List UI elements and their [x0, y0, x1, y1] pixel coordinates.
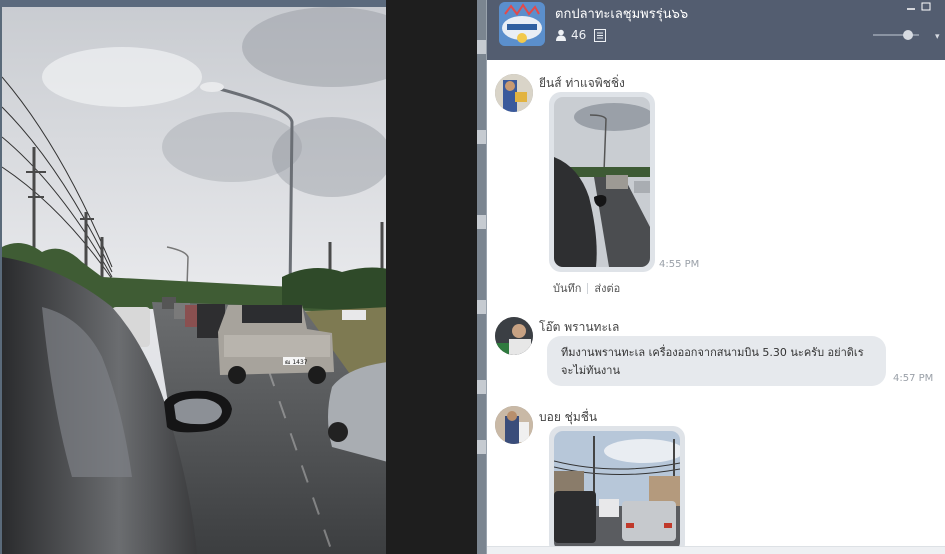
license-plate: ฒ 1437: [285, 359, 308, 366]
message-actions: บันทึก ส่งต่อ: [553, 279, 620, 297]
traffic-photo: ฒ 1437: [0, 7, 386, 554]
image-message[interactable]: [549, 92, 655, 272]
image-message[interactable]: [549, 426, 685, 554]
group-name: ตกปลาทะเลชุมพรรุ่น๖๖: [555, 7, 689, 22]
sender-name: บอย ชุ่มชื่น: [539, 410, 598, 424]
desktop-background: [386, 0, 477, 554]
chat-window: ตกปลาทะเลชุมพรรุ่น๖๖ 46 ▾ ยีนส์ ท่าแจพิช…: [486, 0, 945, 554]
slider-knob[interactable]: [903, 30, 913, 40]
forward-link[interactable]: ส่งต่อ: [594, 279, 620, 297]
group-avatar[interactable]: [499, 2, 545, 46]
message-time: 4:55 PM: [659, 259, 700, 270]
sender-name: ยีนส์ ท่าแจพิชชิ่ง: [539, 76, 625, 90]
background-window-strip: [477, 0, 486, 554]
text-message[interactable]: ทีมงานพรานทะเล เครื่องออกจากสนามบิน 5.30…: [547, 336, 886, 386]
person-icon: [556, 29, 566, 41]
transparency-slider[interactable]: [873, 30, 923, 40]
input-area-edge: [487, 546, 945, 554]
chat-header: ตกปลาทะเลชุมพรรุ่น๖๖ 46 ▾: [487, 0, 945, 60]
member-count-label: 46: [571, 28, 587, 42]
minimize-icon[interactable]: [906, 2, 916, 11]
message-time: 4:57 PM: [893, 373, 934, 384]
avatar[interactable]: [495, 406, 533, 444]
chevron-down-icon[interactable]: ▾: [935, 32, 940, 42]
action-separator: [587, 282, 589, 294]
avatar[interactable]: [495, 317, 533, 355]
message-list[interactable]: ยีนส์ ท่าแจพิชชิ่ง 4:55 PM บันทึก ส่งต่อ…: [487, 60, 945, 554]
avatar[interactable]: [495, 74, 533, 112]
note-icon[interactable]: [594, 28, 607, 42]
sender-name: โอ๊ต พรานทะเล: [539, 320, 620, 334]
message-text-line2: จะไม่ทันงาน: [561, 364, 620, 377]
message-text-line1: ทีมงานพรานทะเล เครื่องออกจากสนามบิน 5.30…: [561, 346, 864, 359]
member-count[interactable]: 46: [555, 28, 607, 42]
maximize-icon[interactable]: [921, 2, 931, 11]
save-link[interactable]: บันทึก: [553, 279, 581, 297]
